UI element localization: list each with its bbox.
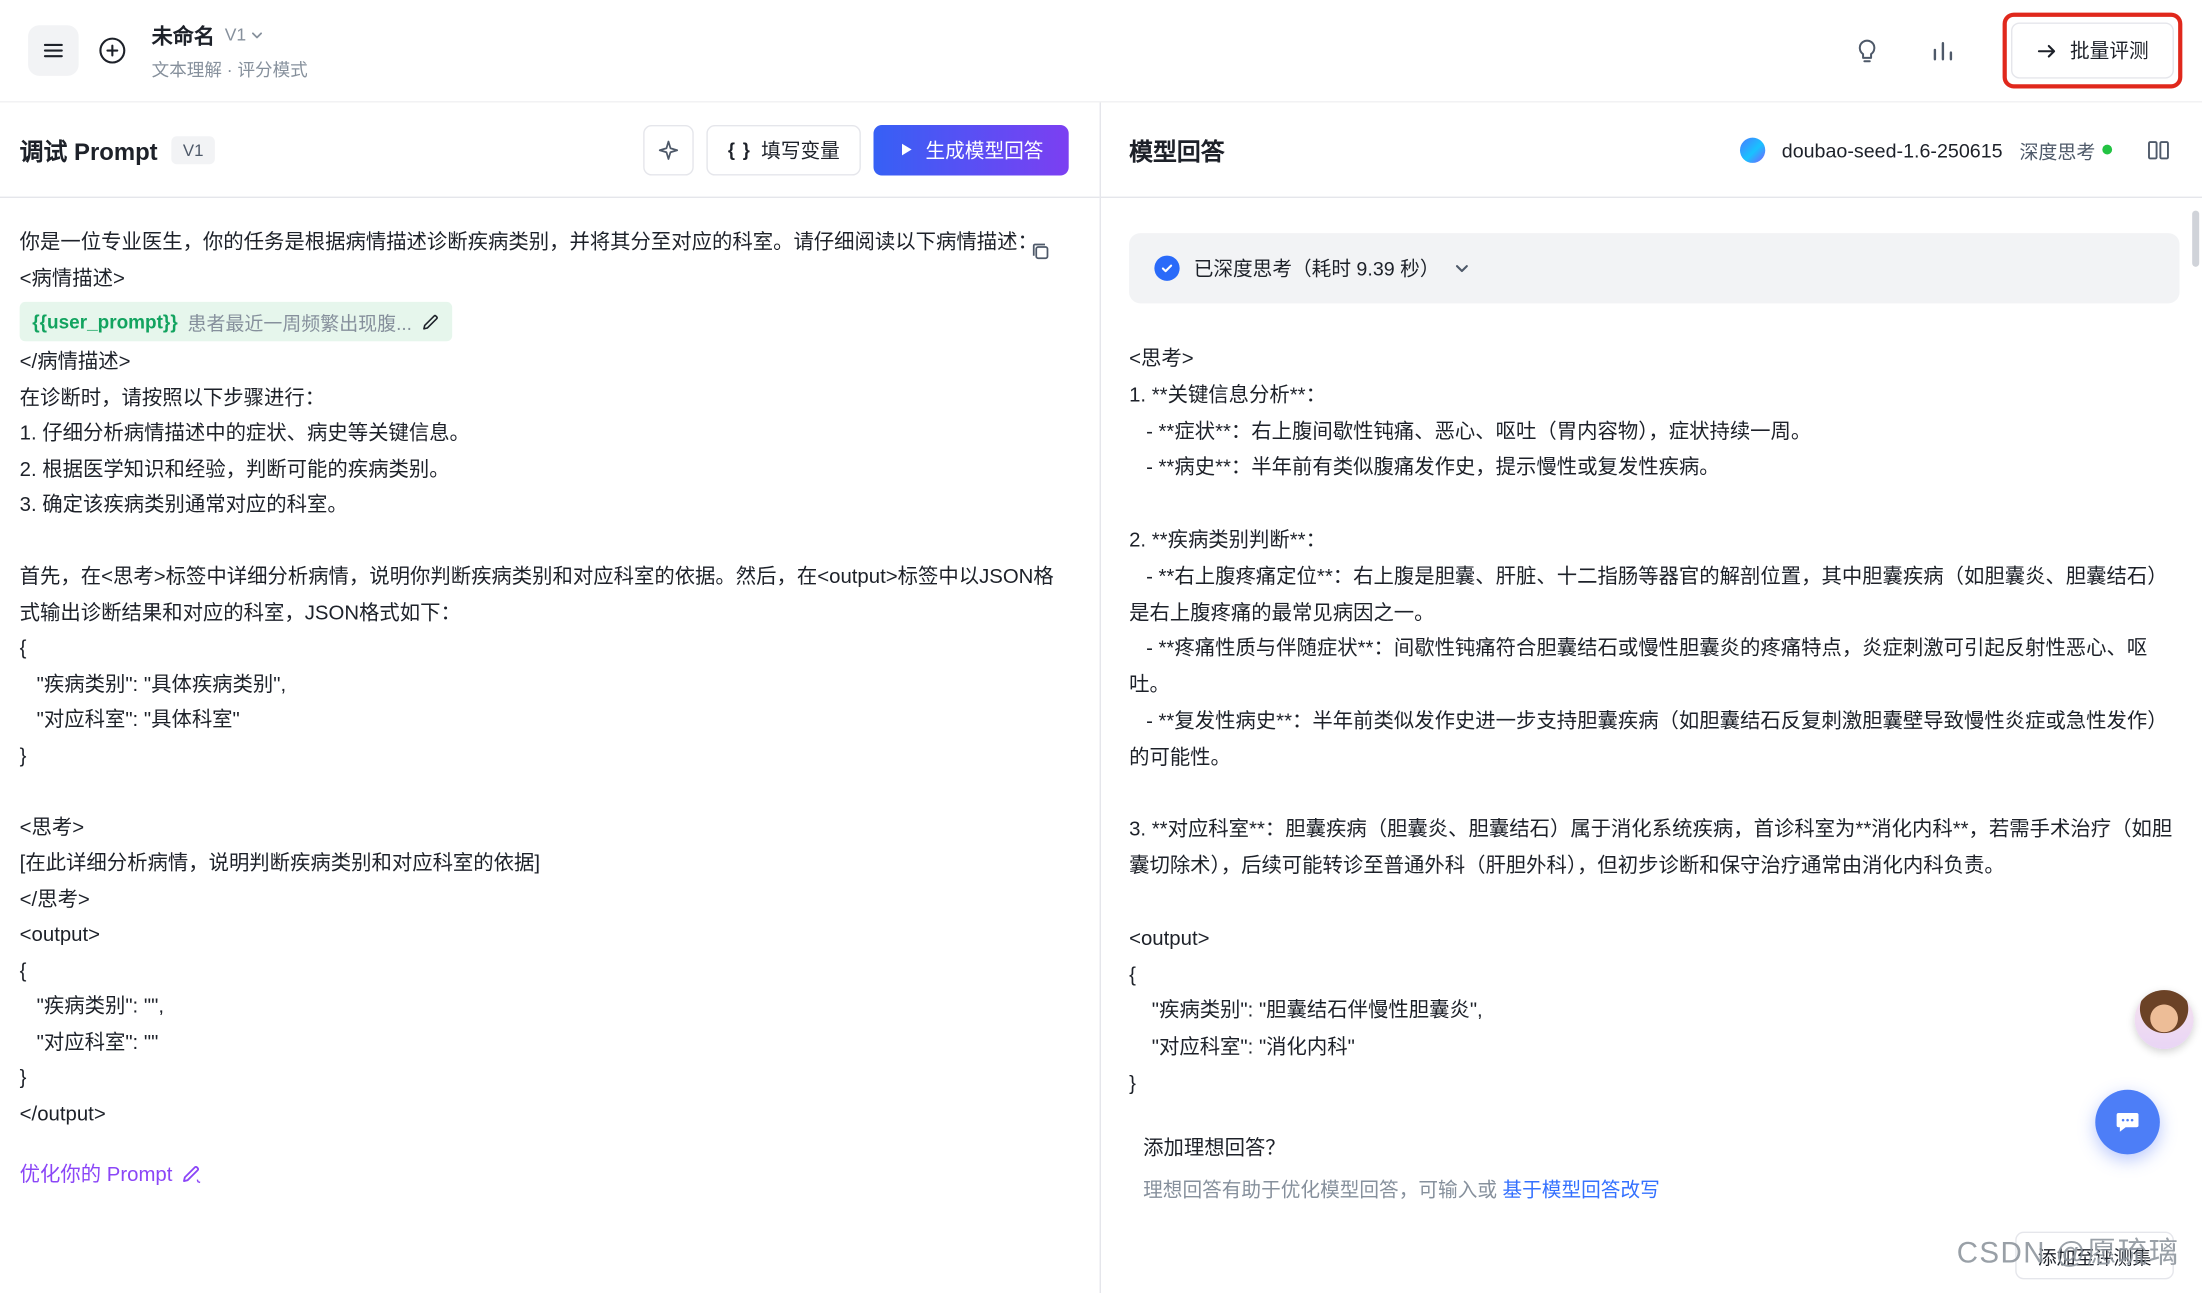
compare-columns-button[interactable] [2137, 136, 2179, 164]
batch-eval-wrap: 批量评测 [2011, 22, 2174, 78]
title-block: 未命名 V1 文本理解 · 评分模式 [152, 20, 308, 80]
ai-polish-button[interactable] [644, 124, 695, 175]
new-session-button[interactable] [90, 28, 135, 73]
thinking-summary: 已深度思考（耗时 9.39 秒） [1194, 254, 1440, 282]
bar-chart-icon [1929, 37, 1956, 64]
version-label: V1 [225, 25, 246, 45]
version-selector[interactable]: V1 [225, 25, 265, 45]
deep-think-label: 深度思考 [2019, 136, 2095, 164]
model-logo-icon [1740, 137, 1765, 162]
lightbulb-icon [1853, 37, 1880, 64]
variable-preview: 患者最近一周频繁出现腹... [188, 308, 412, 336]
batch-eval-label: 批量评测 [2070, 37, 2149, 65]
menu-button[interactable] [28, 25, 79, 76]
answer-panel-title: 模型回答 [1129, 132, 1224, 167]
user-avatar[interactable] [2135, 990, 2194, 1049]
model-meta: doubao-seed-1.6-250615 深度思考 [1740, 136, 2180, 164]
prompt-version-badge: V1 [172, 136, 215, 164]
plus-circle-icon [97, 35, 128, 66]
batch-eval-button[interactable]: 批量评测 [2011, 22, 2174, 78]
braces-icon: { } [728, 139, 752, 160]
generate-answer-label: 生成模型回答 [925, 136, 1043, 164]
chevron-down-icon [1454, 260, 1471, 277]
magic-pen-icon [181, 1163, 201, 1183]
answer-panel-header: 模型回答 doubao-seed-1.6-250615 深度思考 [1101, 103, 2202, 198]
prompt-actions: { } 填写变量 生成模型回答 [644, 124, 1069, 175]
answer-panel: 模型回答 doubao-seed-1.6-250615 深度思考 [1101, 103, 2202, 1293]
model-name[interactable]: doubao-seed-1.6-250615 [1782, 138, 2003, 160]
deep-think-status-dot [2102, 145, 2112, 155]
ideal-answer-section: 添加理想回答？ 理想回答有助于优化模型回答，可输入或 基于模型回答改写 [1129, 1132, 2179, 1204]
deep-think-toggle[interactable]: 深度思考 [2019, 136, 2112, 164]
copy-icon [1029, 240, 1051, 262]
ideal-answer-title: 添加理想回答？ [1143, 1132, 2179, 1161]
check-badge-icon [1154, 256, 1179, 281]
pencil-icon [422, 312, 440, 330]
add-to-eval-set-button[interactable]: 添加至评测集 [2015, 1232, 2174, 1280]
edit-variable-button[interactable] [422, 312, 440, 330]
chat-support-button[interactable] [2095, 1090, 2160, 1155]
prompt-panel-title: 调试 Prompt [20, 132, 158, 167]
feedback-button[interactable] [1845, 29, 1887, 71]
generate-answer-button[interactable]: 生成模型回答 [873, 124, 1068, 175]
rewrite-from-answer-link[interactable]: 基于模型回答改写 [1502, 1178, 1659, 1200]
sparkle-icon [658, 138, 680, 160]
prompt-text-top: 你是一位专业医生，你的任务是根据病情描述诊断疾病类别，并将其分至对应的科室。请仔… [20, 226, 1063, 298]
top-header: 未命名 V1 文本理解 · 评分模式 [0, 0, 2202, 103]
ideal-answer-hint: 理想回答有助于优化模型回答，可输入或 基于模型回答改写 [1143, 1175, 2179, 1203]
fill-variables-label: 填写变量 [761, 136, 840, 164]
columns-icon [2146, 137, 2171, 162]
thinking-collapse-bar[interactable]: 已深度思考（耗时 9.39 秒） [1129, 233, 2179, 303]
copy-prompt-button[interactable] [1029, 240, 1051, 262]
answer-content: 已深度思考（耗时 9.39 秒） <思考> 1. **关键信息分析**： - *… [1101, 198, 2202, 1293]
app-window: 未命名 V1 文本理解 · 评分模式 [0, 0, 2202, 1293]
breadcrumb: 文本理解 · 评分模式 [152, 54, 308, 81]
hamburger-icon [42, 39, 64, 61]
prompt-panel: 调试 Prompt V1 { } 填写变量 [0, 103, 1101, 1293]
arrow-right-icon [2036, 40, 2057, 61]
chat-bubble-icon [2112, 1107, 2143, 1138]
optimize-prompt-link[interactable]: 优化你的 Prompt [20, 1159, 201, 1188]
variable-chip[interactable]: {{user_prompt}} 患者最近一周频繁出现腹... [20, 302, 453, 341]
play-icon [899, 142, 914, 157]
metrics-button[interactable] [1921, 29, 1963, 71]
header-actions: 批量评测 [1845, 22, 2174, 78]
variable-line: {{user_prompt}} 患者最近一周频繁出现腹... [20, 302, 1063, 341]
chevron-down-icon [250, 28, 264, 42]
prompt-editor[interactable]: 你是一位专业医生，你的任务是根据病情描述诊断疾病类别，并将其分至对应的科室。请仔… [0, 198, 1100, 1293]
page-title: 未命名 [152, 20, 215, 49]
scrollbar-thumb[interactable] [2192, 211, 2199, 267]
fill-variables-button[interactable]: { } 填写变量 [707, 124, 861, 175]
ideal-hint-text: 理想回答有助于优化模型回答，可输入或 [1143, 1178, 1502, 1200]
prompt-panel-header: 调试 Prompt V1 { } 填写变量 [0, 103, 1100, 198]
optimize-prompt-label: 优化你的 Prompt [20, 1159, 173, 1188]
prompt-text-bottom: </病情描述> 在诊断时，请按照以下步骤进行： 1. 仔细分析病情描述中的症状、… [20, 345, 1063, 1133]
model-answer-text: <思考> 1. **关键信息分析**： - **症状**：右上腹间歇性钝痛、恶心… [1129, 343, 2179, 1104]
variable-name: {{user_prompt}} [32, 311, 177, 332]
main-split: 调试 Prompt V1 { } 填写变量 [0, 103, 2202, 1293]
